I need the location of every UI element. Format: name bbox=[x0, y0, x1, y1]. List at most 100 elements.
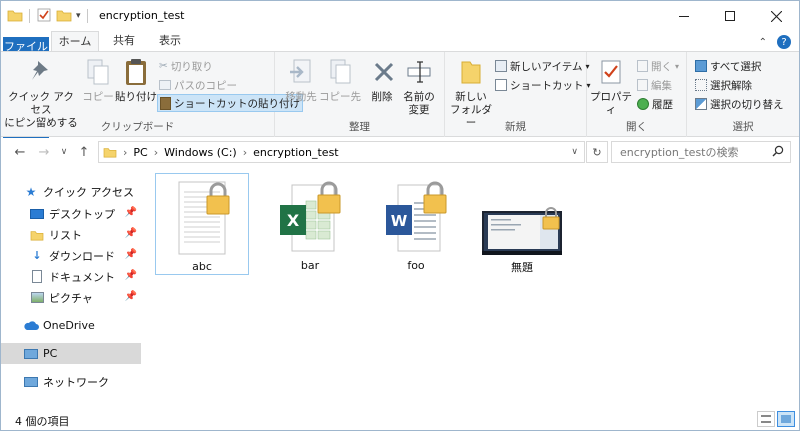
pin-icon[interactable]: 📌 bbox=[125, 207, 137, 218]
select-group-label: 選択 bbox=[732, 121, 754, 133]
clipboard-group-label: クリップボード bbox=[100, 121, 175, 133]
file-item[interactable]: W foo bbox=[369, 173, 463, 275]
select-none-label: 選択解除 bbox=[710, 79, 752, 92]
invert-selection-icon bbox=[695, 98, 707, 110]
nav-quick-access[interactable]: ★ クイック アクセス bbox=[1, 181, 141, 202]
desktop-icon bbox=[29, 207, 45, 221]
delete-label: 削除 bbox=[371, 91, 393, 103]
download-icon: ↓ bbox=[32, 249, 42, 262]
delete-x-icon bbox=[367, 56, 401, 88]
help-icon[interactable]: ? bbox=[777, 35, 791, 49]
copy-path-label: パスのコピー bbox=[174, 79, 237, 92]
rename-label-1: 名前の bbox=[403, 91, 435, 103]
explorer-window: ▾ encryption_test ファイル ホーム 共有 表示 ⌃ ? クイッ… bbox=[0, 0, 800, 431]
rename-button[interactable]: 名前の 変更 bbox=[399, 56, 439, 117]
clipboard-icon bbox=[119, 56, 153, 88]
search-box[interactable]: encryption_testの検索 bbox=[611, 141, 791, 163]
up-button[interactable]: ↑ bbox=[75, 143, 93, 161]
shortcut-icon bbox=[495, 79, 507, 91]
encrypted-word-file-icon: W bbox=[386, 181, 447, 252]
nav-item-list[interactable]: リスト 📌 bbox=[1, 224, 141, 245]
close-button[interactable] bbox=[753, 1, 799, 31]
properties-icon[interactable] bbox=[36, 7, 52, 26]
item-count: 4 個の項目 bbox=[15, 415, 70, 428]
open-icon bbox=[637, 60, 648, 72]
new-item-button[interactable]: 新しいアイテム ▾ bbox=[495, 57, 589, 75]
address-dropdown-icon[interactable]: ∨ bbox=[571, 147, 578, 157]
open-group-label: 開く bbox=[626, 121, 647, 133]
refresh-button[interactable]: ↻ bbox=[586, 141, 608, 163]
back-button[interactable]: ← bbox=[11, 143, 29, 161]
paste-label: 貼り付け bbox=[115, 91, 157, 103]
large-icons-view-button[interactable] bbox=[777, 411, 795, 427]
file-name: 無題 bbox=[511, 261, 533, 274]
pin-icon[interactable]: 📌 bbox=[125, 228, 137, 239]
address-row: ← → ∨ ↑ › PC › Windows (C:) › encryption… bbox=[1, 138, 799, 166]
tab-share[interactable]: 共有 bbox=[103, 31, 145, 51]
invert-selection-button[interactable]: 選択の切り替え bbox=[695, 95, 784, 113]
qat-separator bbox=[29, 9, 30, 23]
invert-selection-label: 選択の切り替え bbox=[710, 98, 784, 111]
new-folder-qat-icon[interactable] bbox=[56, 8, 72, 25]
nav-item-documents[interactable]: ドキュメント 📌 bbox=[1, 266, 141, 287]
ribbon-tabs: ファイル ホーム 共有 表示 ⌃ ? bbox=[1, 31, 799, 139]
qat-dropdown-icon[interactable]: ▾ bbox=[76, 11, 81, 21]
copy-icon bbox=[81, 56, 115, 88]
ribbon-right-controls: ⌃ ? bbox=[759, 35, 791, 49]
breadcrumb-folder[interactable]: encryption_test bbox=[253, 146, 339, 159]
minimize-button[interactable] bbox=[661, 1, 707, 31]
edit-button[interactable]: 編集 bbox=[637, 76, 672, 94]
new-group-label: 新規 bbox=[505, 121, 526, 133]
pin-icon[interactable]: 📌 bbox=[125, 249, 137, 260]
cut-button[interactable]: ✂ 切り取り bbox=[159, 57, 213, 75]
copy-path-button[interactable]: パスのコピー bbox=[159, 76, 237, 94]
details-view-button[interactable] bbox=[757, 411, 775, 427]
nav-pc-label: PC bbox=[43, 347, 58, 360]
move-to-button[interactable]: 移動先 bbox=[283, 56, 319, 104]
nav-item-downloads[interactable]: ↓ ダウンロード 📌 bbox=[1, 245, 141, 266]
file-item[interactable]: abc bbox=[155, 173, 249, 275]
open-label: 開く bbox=[651, 60, 672, 73]
nav-pc[interactable]: PC bbox=[1, 343, 141, 364]
file-name: bar bbox=[300, 259, 320, 272]
scissors-icon: ✂ bbox=[159, 60, 168, 72]
copy-to-button[interactable]: コピー先 bbox=[319, 56, 361, 104]
documents-icon bbox=[29, 270, 45, 284]
properties-button[interactable]: プロパティ bbox=[589, 56, 633, 117]
select-none-button[interactable]: 選択解除 bbox=[695, 76, 752, 94]
breadcrumb-pc[interactable]: PC bbox=[133, 146, 147, 159]
open-button[interactable]: 開く ▾ bbox=[637, 57, 679, 75]
breadcrumb-drive[interactable]: Windows (C:) bbox=[164, 146, 237, 159]
pin-icon[interactable]: 📌 bbox=[125, 270, 137, 281]
nav-item-label: ダウンロード bbox=[49, 249, 115, 263]
tab-home[interactable]: ホーム bbox=[51, 31, 99, 52]
rename-label-2: 変更 bbox=[408, 104, 430, 116]
select-all-button[interactable]: すべて選択 bbox=[695, 57, 761, 75]
address-bar[interactable]: › PC › Windows (C:) › encryption_test ∨ bbox=[98, 141, 585, 163]
nav-onedrive[interactable]: OneDrive bbox=[1, 315, 141, 336]
history-button[interactable]: 履歴 bbox=[637, 95, 673, 113]
properties-label: プロパティ bbox=[590, 91, 632, 116]
cut-label: 切り取り bbox=[170, 60, 213, 73]
ribbon: クイック アクセス にピン留めする コピー 貼り付け ✂ 切り取り パスのコピー… bbox=[1, 51, 799, 137]
tab-view[interactable]: 表示 bbox=[149, 31, 191, 51]
delete-button[interactable]: 削除 bbox=[367, 56, 397, 104]
select-all-icon bbox=[695, 60, 707, 72]
group-organize: 移動先 コピー先 削除 名前の 変更 整理 bbox=[275, 52, 445, 137]
nav-item-desktop[interactable]: デスクトップ 📌 bbox=[1, 203, 141, 224]
maximize-button[interactable] bbox=[707, 1, 753, 31]
pin-icon[interactable]: 📌 bbox=[125, 291, 137, 302]
collapse-ribbon-icon[interactable]: ⌃ bbox=[759, 37, 767, 48]
paste-button[interactable]: 貼り付け bbox=[115, 56, 157, 104]
new-item-icon bbox=[495, 60, 507, 72]
properties-check-icon bbox=[594, 56, 628, 88]
shortcut-button[interactable]: ショートカット ▾ bbox=[495, 76, 591, 94]
file-item[interactable]: X bar bbox=[263, 173, 357, 275]
title-bar: ▾ encryption_test bbox=[1, 1, 799, 31]
nav-network[interactable]: ネットワーク bbox=[1, 371, 141, 392]
nav-item-pictures[interactable]: ピクチャ 📌 bbox=[1, 287, 141, 308]
recent-locations-button[interactable]: ∨ bbox=[55, 143, 73, 161]
copy-button[interactable]: コピー bbox=[81, 56, 115, 104]
file-item[interactable]: 無題 bbox=[475, 173, 569, 275]
forward-button[interactable]: → bbox=[35, 143, 53, 161]
